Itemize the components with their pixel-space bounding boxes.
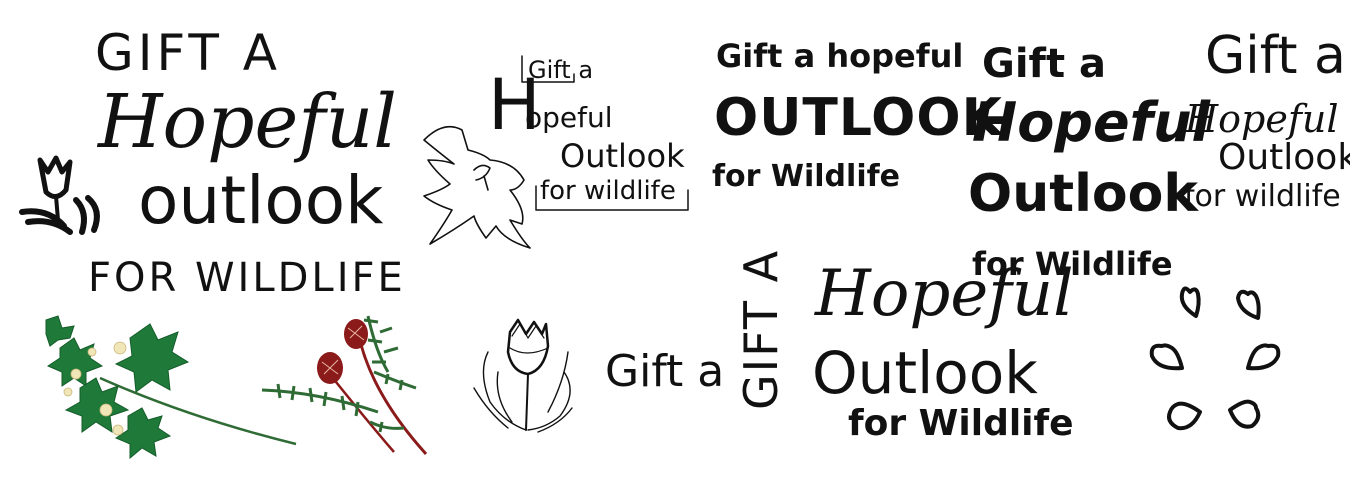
s5-line-outlook: Outlook bbox=[1218, 137, 1350, 178]
s4-line-hopeful: Hopeful bbox=[972, 91, 1211, 154]
tulip-icon bbox=[19, 155, 100, 235]
s2-bracket-bottom bbox=[535, 185, 689, 211]
s5-line-gift-a: Gift a bbox=[1205, 26, 1346, 86]
s6-line-gift-a: Gift a bbox=[605, 346, 725, 397]
sketch-sheet: GIFT A Hopeful outlook FOR WILDLIFE Gift… bbox=[0, 0, 1350, 479]
s1-line-outlook: outlook bbox=[138, 162, 384, 239]
red-flower-branch-icon bbox=[261, 315, 428, 456]
s1-line-gift-a: GIFT A bbox=[95, 24, 282, 82]
leaf-outline-icon bbox=[423, 125, 531, 249]
tulip-sketch-icon bbox=[473, 318, 573, 433]
s7-line-hopeful: Hopeful bbox=[815, 257, 1074, 331]
s4-line-outlook: Outlook bbox=[968, 164, 1198, 224]
s5-line-hopeful: Hopeful bbox=[1185, 97, 1339, 141]
s7-line-outlook: Outlook bbox=[812, 339, 1038, 407]
s3-line-gift-a-hopeful: Gift a hopeful bbox=[716, 37, 964, 75]
s7-line-gift-a: GIFT A bbox=[734, 248, 788, 410]
s1-line-for-wildlife: FOR WILDLIFE bbox=[88, 255, 406, 301]
s5-line-for-wildlife: for wildlife bbox=[1184, 179, 1341, 214]
s2-line-outlook: Outlook bbox=[560, 137, 685, 175]
s4-line-gift-a: Gift a bbox=[982, 41, 1106, 87]
s1-line-hopeful: Hopeful bbox=[98, 79, 397, 165]
heart-ring-icon bbox=[1149, 286, 1281, 431]
s7-line-for-wildlife: for Wildlife bbox=[848, 403, 1074, 444]
s3-line-outlook: OUTLOOK bbox=[714, 88, 1003, 148]
s3-line-for-wildlife: for Wildlife bbox=[712, 159, 900, 194]
